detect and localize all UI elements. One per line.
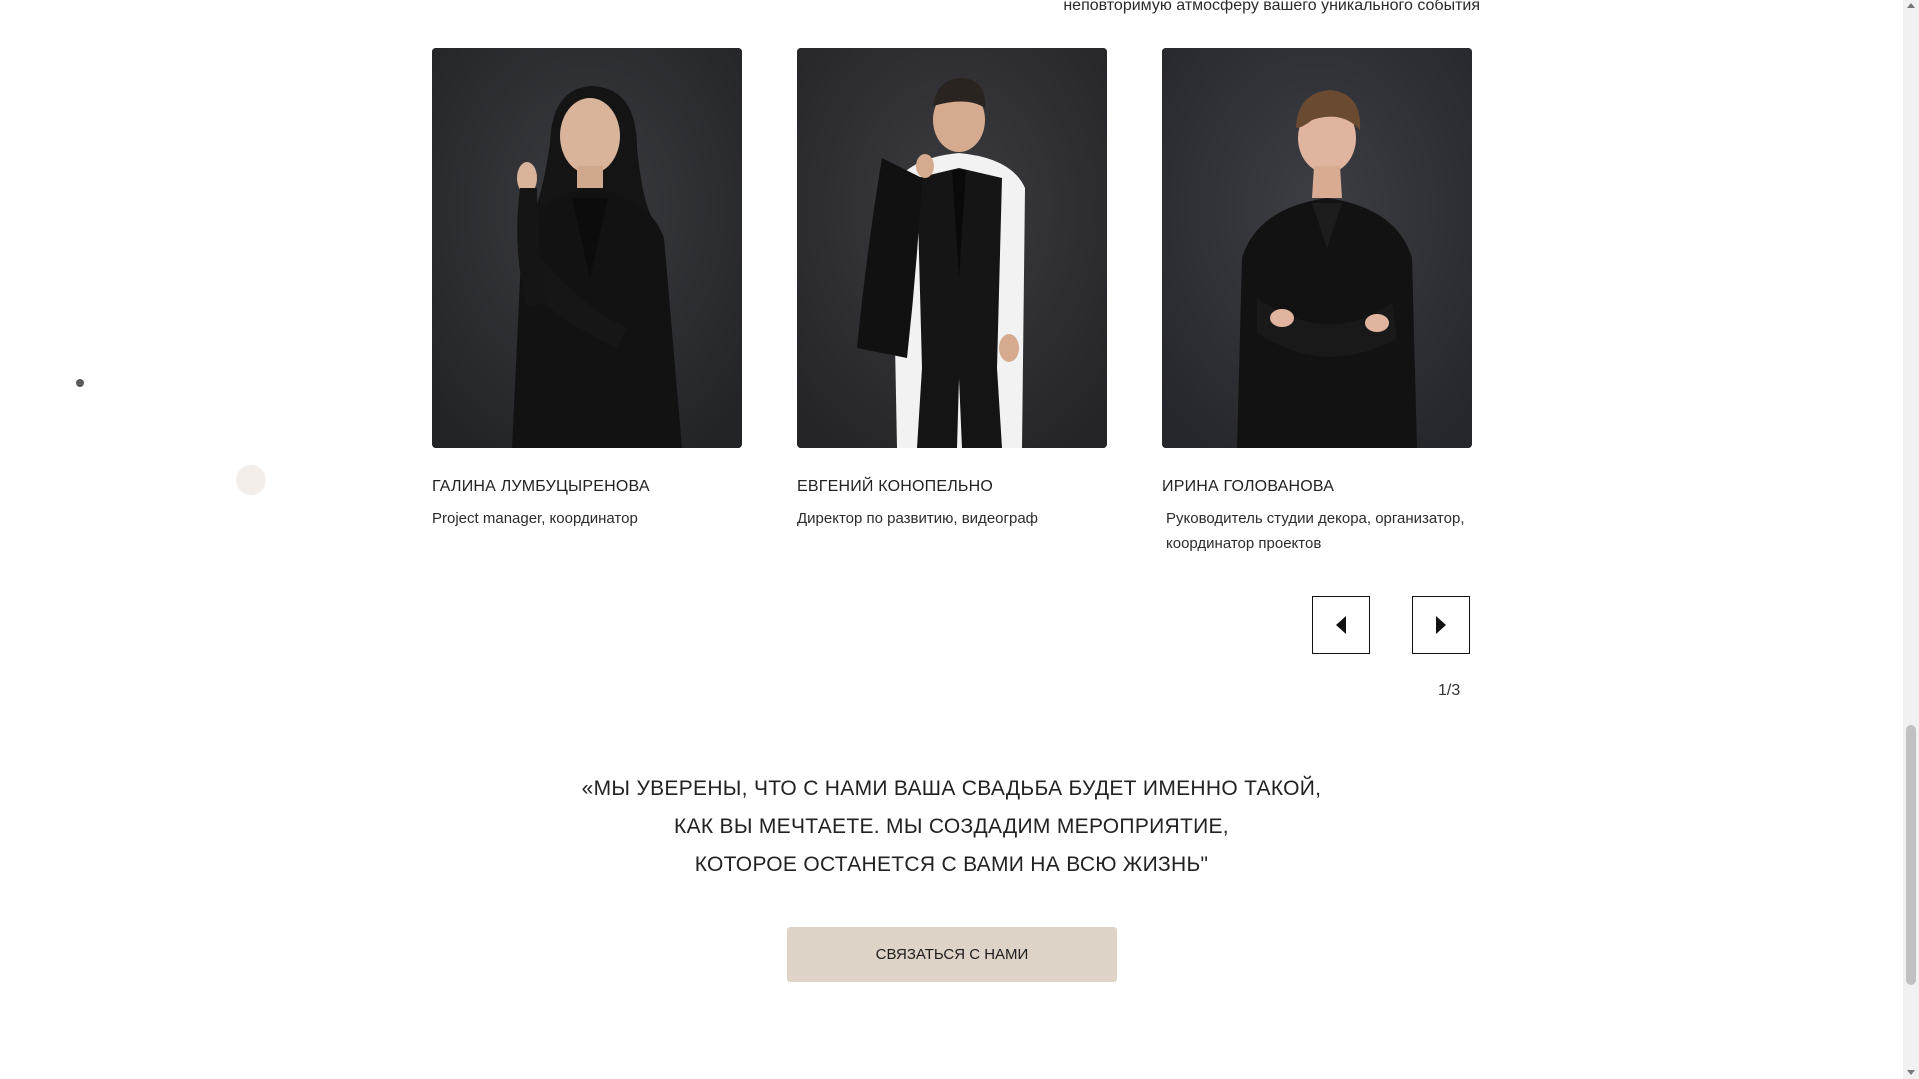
scrollbar[interactable] [1903,0,1919,1079]
chevron-right-icon [1436,616,1446,634]
slider-next-button[interactable] [1412,596,1470,654]
member-role: Project manager, координатор [432,510,638,527]
scroll-up-icon[interactable] [1907,3,1915,8]
contact-us-button[interactable]: СВЯЗАТЬСЯ С НАМИ [787,927,1117,982]
member-role: Руководитель студии декора, организатор,… [1166,510,1465,552]
quote-line: «МЫ УВЕРЕНЫ, ЧТО С НАМИ ВАША СВАДЬБА БУД… [581,777,1322,800]
team-photo [797,48,1107,448]
section-caption: неповторимую атмосферу вашего уникальног… [1063,0,1480,14]
chevron-left-icon [1336,616,1346,634]
team-card: ИРИНА ГОЛОВАНОВА Руководитель студии дек… [1162,48,1472,556]
team-photo [1162,48,1472,448]
team-photo [432,48,742,448]
member-name: ИРИНА ГОЛОВАНОВА [1162,478,1335,495]
quote-line: КОТОРОЕ ОСТАНЕТСЯ С ВАМИ НА ВСЮ ЖИЗНЬ" [694,853,1209,876]
member-name: ЕВГЕНИЙ КОНОПЕЛЬНО [797,478,994,495]
member-name: ГАЛИНА ЛУМБУЦЫРЕНОВА [432,478,650,495]
slider-counter: 1/3 [1438,682,1461,699]
scroll-down-icon[interactable] [1907,1070,1915,1075]
decorative-dot [76,379,84,387]
quote-line: КАК ВЫ МЕЧТАЕТЕ. МЫ СОЗДАДИМ МЕРОПРИЯТИЕ… [674,815,1229,838]
scrollbar-thumb[interactable] [1906,725,1916,985]
team-card: ГАЛИНА ЛУМБУЦЫРЕНОВА Project manager, ко… [432,48,742,531]
member-role: Директор по развитию, видеограф [797,510,1038,527]
team-card: ЕВГЕНИЙ КОНОПЕЛЬНО Директор по развитию,… [797,48,1107,531]
cursor-circle [236,465,266,495]
quote-block: «МЫ УВЕРЕНЫ, ЧТО С НАМИ ВАША СВАДЬБА БУД… [0,770,1903,884]
slider-prev-button[interactable] [1312,596,1370,654]
